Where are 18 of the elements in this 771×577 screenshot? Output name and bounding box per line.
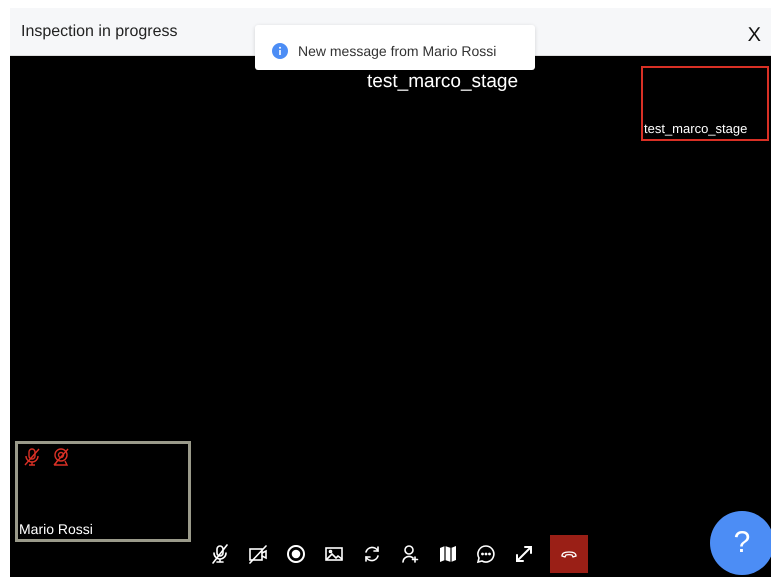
map-icon[interactable] [438,544,458,564]
refresh-icon[interactable] [362,544,382,564]
participant-name: test_marco_stage [643,121,748,138]
add-user-icon[interactable] [400,544,420,564]
mic-off-icon[interactable] [210,544,230,564]
participant-name: test_marco_stage [367,71,518,93]
info-icon [272,43,288,59]
camera-off-icon[interactable] [248,544,268,564]
notification-message: New message from Mario Rossi [298,43,496,59]
image-icon[interactable] [324,544,344,564]
hang-up-button[interactable] [550,535,588,573]
video-tile[interactable]: test_marco_stage [641,66,769,141]
participant-name: Mario Rossi [18,521,94,539]
expand-icon[interactable] [514,544,534,564]
window-title: Inspection in progress [21,22,178,40]
chat-icon[interactable] [476,544,496,564]
record-icon[interactable] [286,544,306,564]
close-button[interactable]: X [742,24,767,44]
